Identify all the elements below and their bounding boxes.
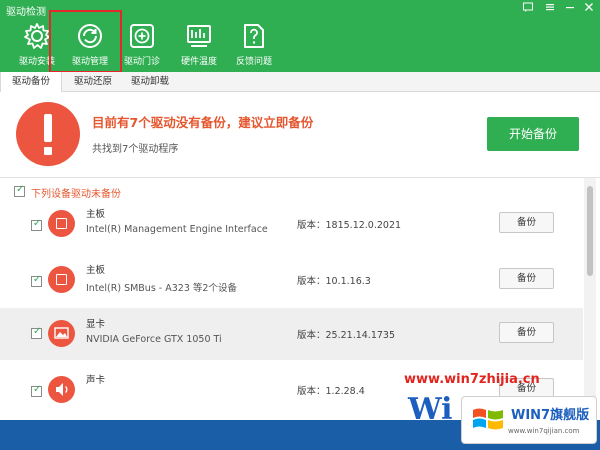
question-icon — [244, 24, 264, 48]
divider — [0, 177, 600, 178]
device-checkbox[interactable] — [31, 274, 42, 287]
warning-icon — [16, 102, 80, 166]
chip-shape — [56, 274, 67, 285]
window-title: 驱动检测 — [6, 7, 46, 18]
device-name: NVIDIA GeForce GTX 1050 Ti — [86, 334, 222, 345]
device-category: 主板 — [86, 209, 106, 220]
device-category: 声卡 — [86, 375, 106, 386]
alert-title: 目前有7个驱动没有备份，建议立即备份 — [92, 115, 314, 130]
warning-dot — [44, 147, 52, 155]
device-version: 版本：1.2.28.4 — [297, 386, 365, 397]
tab-driver-backup[interactable]: 驱动备份 — [0, 72, 62, 92]
windows-flag-icon — [473, 408, 503, 430]
device-row: 主板 Intel(R) SMBus - A323 等2个设备 版本：10.1.1… — [0, 254, 583, 306]
device-version: 版本：25.21.14.1735 — [297, 330, 396, 341]
toolbar-label: 反馈问题 — [235, 57, 272, 67]
watermark-brand: WIN7旗舰版 — [511, 408, 590, 423]
driver-detection-window: 驱动检测 驱动安装 驱动管理 驱动门诊 硬件温度 反馈问题 驱动备份 驱动还原 … — [0, 0, 600, 450]
device-checkbox[interactable] — [31, 218, 42, 231]
select-all-checkbox[interactable] — [14, 184, 25, 197]
alert-subtitle: 共找到7个驱动程序 — [92, 144, 179, 155]
watermark-logo-text: Wi — [408, 392, 453, 427]
speaker-icon — [56, 383, 68, 396]
device-category: 显卡 — [86, 319, 106, 330]
device-name: Intel(R) Management Engine Interface — [86, 224, 268, 235]
title-toolbar-area: 驱动检测 驱动安装 驱动管理 驱动门诊 硬件温度 反馈问题 — [0, 0, 600, 73]
device-row: 主板 Intel(R) Management Engine Interface … — [0, 198, 583, 250]
device-checkbox[interactable] — [31, 326, 42, 339]
start-backup-button[interactable]: 开始备份 — [487, 117, 579, 151]
thermometer-icon — [187, 25, 211, 47]
toolbar-driver-clinic[interactable]: 驱动门诊 — [115, 20, 169, 70]
device-row: 显卡 NVIDIA GeForce GTX 1050 Ti 版本：25.21.1… — [0, 308, 583, 360]
image-icon — [54, 327, 69, 339]
selected-tool-highlight — [49, 10, 122, 73]
tab-bar: 驱动备份 驱动还原 驱动卸载 — [0, 72, 600, 92]
device-version: 版本：1815.12.0.2021 — [297, 220, 402, 231]
close-icon[interactable] — [580, 1, 598, 17]
clinic-icon — [130, 24, 154, 48]
toolbar-hardware-temp[interactable]: 硬件温度 — [172, 20, 226, 70]
toolbar-label: 硬件温度 — [180, 57, 217, 67]
device-name: Intel(R) SMBus - A323 等2个设备 — [86, 283, 237, 294]
warning-bar — [44, 114, 52, 142]
tab-driver-restore[interactable]: 驱动还原 — [63, 72, 123, 92]
toolbar-feedback[interactable]: 反馈问题 — [227, 20, 281, 70]
tab-driver-uninstall[interactable]: 驱动卸载 — [120, 72, 180, 92]
device-category: 主板 — [86, 265, 106, 276]
menu-icon[interactable] — [541, 1, 559, 17]
watermark-url: www.win7zhijia.cn — [404, 372, 540, 387]
toolbar-label: 驱动门诊 — [123, 57, 160, 67]
backup-button[interactable]: 备份 — [499, 322, 554, 343]
device-version: 版本：10.1.16.3 — [297, 276, 371, 287]
motherboard-icon — [48, 210, 75, 237]
motherboard-icon — [48, 266, 75, 293]
backup-button[interactable]: 备份 — [499, 268, 554, 289]
chip-shape — [56, 218, 67, 229]
scrollbar-thumb[interactable] — [587, 186, 593, 276]
device-checkbox[interactable] — [31, 384, 42, 397]
minimize-icon[interactable] — [561, 1, 579, 17]
sound-card-icon — [48, 376, 75, 403]
graphics-card-icon — [48, 320, 75, 347]
gear-icon — [24, 23, 50, 49]
backup-button[interactable]: 备份 — [499, 212, 554, 233]
watermark-small-url: www.win7qijian.com — [508, 427, 580, 435]
feedback-window-icon[interactable] — [519, 1, 537, 17]
